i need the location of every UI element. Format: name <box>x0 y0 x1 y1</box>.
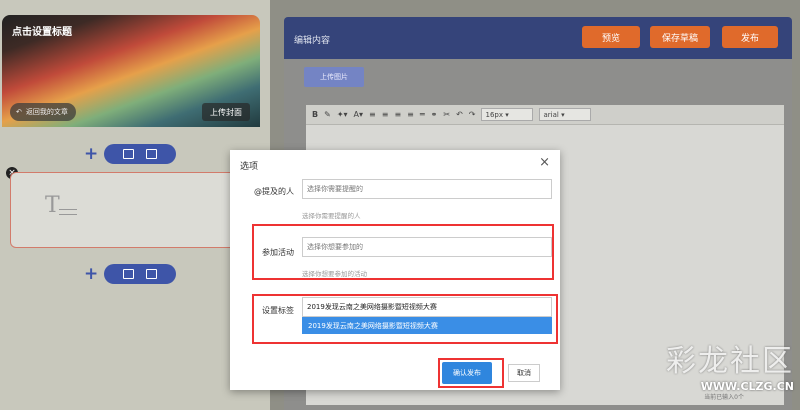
close-icon[interactable]: × <box>539 155 550 170</box>
text-block[interactable]: T <box>10 172 256 248</box>
cancel-button[interactable]: 取消 <box>508 364 540 382</box>
highlight-icon[interactable]: ✦▾ <box>337 110 348 119</box>
font-color-icon[interactable]: A▾ <box>354 110 364 119</box>
word-count: 当前已输入0个 <box>704 394 744 401</box>
font-size-select[interactable]: 16px ▾ <box>481 108 534 121</box>
justify-icon[interactable]: ≡ <box>407 110 414 119</box>
publish-button[interactable]: 发布 <box>722 26 778 48</box>
add-block-row-bottom: + <box>84 264 177 284</box>
insert-media-pill[interactable] <box>104 264 177 284</box>
mention-label: @提及的人 <box>254 187 294 196</box>
align-center-icon[interactable]: ≡ <box>382 110 389 119</box>
insert-media-pill[interactable] <box>104 144 177 164</box>
mention-input[interactable]: 选择你需要提醒的 <box>302 179 552 199</box>
activity-input[interactable]: 选择你想要参加的 <box>302 237 552 257</box>
add-icon[interactable]: + <box>84 145 98 163</box>
text-block-icon[interactable] <box>123 269 135 279</box>
tag-label: 设置标签 <box>262 306 294 315</box>
add-block-row-top: + <box>84 144 177 164</box>
horizontal-rule-icon[interactable]: ═ <box>420 110 425 119</box>
bold-icon[interactable]: B <box>312 110 318 119</box>
add-icon[interactable]: + <box>84 265 98 283</box>
image-icon[interactable] <box>146 269 158 279</box>
activity-label: 参加活动 <box>262 248 294 257</box>
confirm-publish-button[interactable]: 确认发布 <box>442 362 492 384</box>
watermark-url: WWW.CLZG.CN <box>700 380 794 393</box>
cover-title[interactable]: 点击设置标题 <box>12 23 72 38</box>
font-family-select[interactable]: arial ▾ <box>539 108 592 121</box>
back-to-articles-button[interactable]: ↶ 返回我的文章 <box>10 103 76 121</box>
upload-cover-button[interactable]: 上传封面 <box>202 103 250 121</box>
unlink-icon[interactable]: ✂ <box>443 110 450 119</box>
align-left-icon[interactable]: ≡ <box>369 110 376 119</box>
options-dialog: 选项 × @提及的人 选择你需要提醒的 选择你需要提醒的人 参加活动 选择你想要… <box>230 150 560 390</box>
mention-hint: 选择你需要提醒的人 <box>302 212 361 220</box>
back-arrow-icon: ↶ <box>16 108 22 116</box>
pen-icon[interactable]: ✎ <box>324 110 331 119</box>
editor-toolbar: B ✎ ✦▾ A▾ ≡ ≡ ≡ ≡ ═ ⚭ ✂ ↶ ↷ 16px ▾ arial… <box>306 105 784 125</box>
text-block-icon[interactable] <box>123 149 135 159</box>
editor-header: 编辑内容 预览 保存草稿 发布 <box>284 17 792 59</box>
align-right-icon[interactable]: ≡ <box>394 110 401 119</box>
save-draft-button[interactable]: 保存草稿 <box>650 26 710 48</box>
link-icon[interactable]: ⚭ <box>431 110 438 119</box>
redo-icon[interactable]: ↷ <box>469 110 476 119</box>
upload-image-button[interactable]: 上传图片 <box>304 67 364 87</box>
cover-image[interactable]: 点击设置标题 ↶ 返回我的文章 上传封面 <box>2 15 260 127</box>
editor-title: 编辑内容 <box>294 36 331 46</box>
watermark-text: 彩龙社区 <box>666 344 794 379</box>
preview-button[interactable]: 预览 <box>582 26 640 48</box>
undo-icon[interactable]: ↶ <box>456 110 463 119</box>
text-placeholder-icon: T <box>45 193 77 218</box>
dialog-title: 选项 <box>240 162 259 172</box>
watermark: 彩龙社区 WWW.CLZG.CN <box>666 336 794 393</box>
tag-dropdown-option[interactable]: 2019发现云南之美网络摄影暨短视频大赛 <box>302 317 552 334</box>
tag-input[interactable]: 2019发现云南之美网络摄影暨短视频大赛 <box>302 297 552 317</box>
image-icon[interactable] <box>146 149 158 159</box>
activity-hint: 选择你想要参加的活动 <box>302 270 367 278</box>
